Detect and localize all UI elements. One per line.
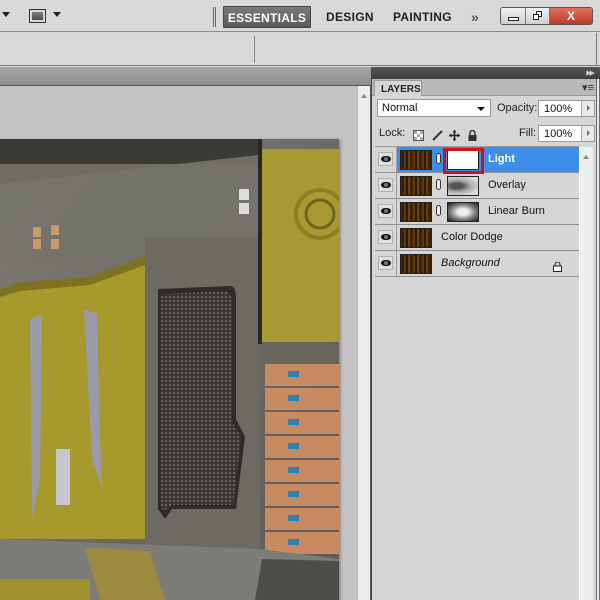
more-workspaces-icon[interactable]: » — [471, 6, 479, 28]
link-chain-icon[interactable] — [436, 205, 441, 216]
restore-icon — [532, 11, 543, 21]
panel-menu-icon[interactable]: ▾≡ — [582, 81, 594, 94]
document-tab-bar[interactable] — [0, 67, 371, 86]
screen-mode-icon[interactable] — [29, 9, 46, 23]
eye-icon — [381, 182, 391, 188]
link-chain-icon[interactable] — [436, 179, 441, 190]
restore-button[interactable] — [526, 8, 550, 24]
fill-field[interactable]: 100% — [538, 125, 595, 142]
opacity-field[interactable]: 100% — [538, 100, 595, 117]
opacity-label: Opacity: — [497, 102, 538, 114]
layer-row-linear-burn[interactable]: Linear Burn — [375, 199, 579, 225]
tab-layers[interactable]: LAYERS — [374, 80, 422, 96]
lock-position-move-icon[interactable] — [449, 128, 460, 141]
eye-icon — [381, 234, 391, 240]
opacity-slider-toggle[interactable] — [581, 101, 594, 116]
eye-icon — [381, 208, 391, 214]
screen-mode-dropdown-arrow-icon[interactable] — [53, 12, 61, 17]
opacity-value: 100% — [544, 103, 573, 115]
scroll-up-arrow-icon[interactable] — [583, 155, 589, 159]
layer-name: Light — [488, 153, 515, 165]
options-bar — [0, 33, 600, 66]
options-bar-edge — [596, 33, 597, 66]
visibility-toggle[interactable] — [375, 251, 397, 276]
lock-all-icon[interactable] — [467, 128, 478, 141]
visibility-toggle[interactable] — [375, 147, 397, 172]
fill-label: Fill: — [519, 127, 537, 139]
visibility-toggle[interactable] — [375, 173, 397, 198]
fill-value: 100% — [544, 128, 573, 140]
workspace-design-button[interactable]: DESIGN — [326, 6, 374, 28]
lock-transparent-pixels-icon[interactable] — [413, 128, 424, 141]
layer-thumbnail[interactable] — [400, 150, 432, 170]
visibility-toggle[interactable] — [375, 199, 397, 224]
layer-row-light[interactable]: Light — [375, 147, 579, 174]
scroll-up-arrow-icon[interactable] — [361, 94, 367, 98]
window-controls: X — [500, 7, 593, 25]
tool-dropdown-arrow-icon[interactable] — [2, 12, 10, 17]
eye-icon — [381, 156, 391, 162]
canvas-image[interactable] — [0, 139, 339, 600]
photoshop-window: ESSENTIALS DESIGN PAINTING » X ▶▶ LAYERS… — [0, 0, 600, 600]
lock-icon — [553, 259, 562, 272]
workspace-painting-button[interactable]: PAINTING — [393, 6, 452, 28]
layer-thumbnail[interactable] — [400, 176, 432, 196]
layer-thumbnail[interactable] — [400, 228, 432, 248]
panel-dock-header[interactable]: ▶▶ — [371, 67, 600, 79]
lock-label: Lock: — [379, 127, 406, 139]
layer-row-color-dodge[interactable]: Color Dodge — [375, 225, 579, 251]
layer-name: Color Dodge — [441, 231, 503, 243]
minimize-button[interactable] — [501, 8, 526, 24]
sci-fi-wall-texture — [0, 139, 339, 600]
panel-border — [596, 79, 600, 600]
layer-name: Overlay — [488, 179, 526, 191]
close-button[interactable]: X — [550, 8, 592, 24]
lock-image-pixels-brush-icon[interactable] — [432, 128, 443, 141]
layer-thumbnail[interactable] — [400, 254, 432, 274]
layer-mask-thumbnail[interactable] — [447, 176, 479, 196]
mask-highlight-box — [443, 148, 484, 174]
minimize-icon — [507, 16, 519, 21]
workspace-essentials-button[interactable]: ESSENTIALS — [223, 6, 311, 28]
options-bar-separator — [254, 36, 255, 63]
link-chain-icon[interactable] — [436, 153, 441, 164]
layer-name: Linear Burn — [488, 205, 545, 217]
blend-mode-value: Normal — [382, 102, 418, 114]
layer-thumbnail[interactable] — [400, 202, 432, 222]
visibility-toggle[interactable] — [375, 225, 397, 250]
collapse-panels-icon[interactable]: ▶▶ — [586, 69, 595, 77]
eye-icon — [381, 260, 391, 266]
layer-name: Background — [441, 257, 500, 269]
layer-row-background[interactable]: Background — [375, 251, 579, 277]
layers-panel: LAYERS ▾≡ Normal Opacity: 100% Lock: Fil… — [371, 79, 600, 600]
blend-mode-select[interactable]: Normal — [377, 99, 491, 117]
layers-vertical-scrollbar[interactable] — [579, 147, 593, 600]
layer-row-overlay[interactable]: Overlay — [375, 173, 579, 199]
toolbar-separator — [213, 7, 216, 27]
document-window — [0, 86, 357, 600]
application-bar: ESSENTIALS DESIGN PAINTING » X — [0, 0, 600, 32]
document-vertical-scrollbar[interactable] — [357, 86, 371, 600]
layers-list: Light Overlay Linear Burn Color Dodge Ba… — [375, 147, 579, 277]
layer-mask-thumbnail[interactable] — [447, 202, 479, 222]
fill-slider-toggle[interactable] — [581, 126, 594, 141]
panel-tab-row: LAYERS ▾≡ — [372, 79, 600, 96]
chevron-down-icon — [477, 107, 485, 111]
